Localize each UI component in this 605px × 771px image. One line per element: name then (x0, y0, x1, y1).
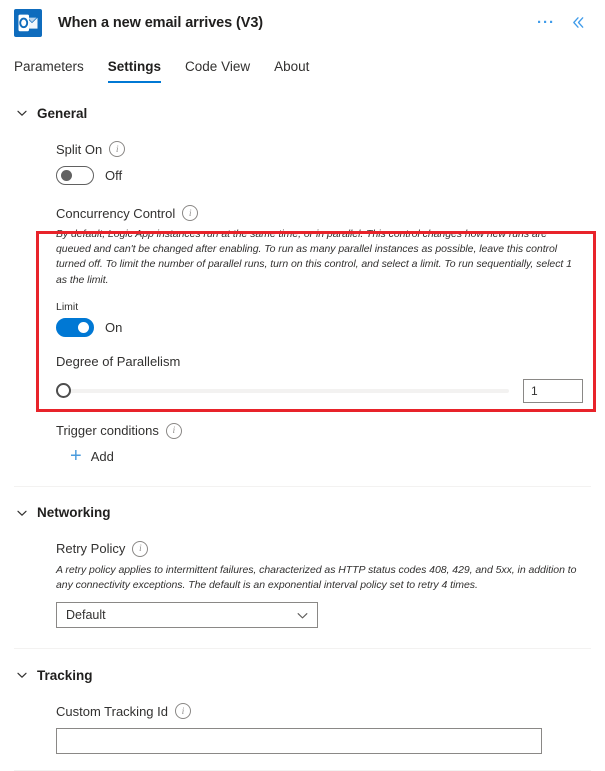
tab-code-view[interactable]: Code View (185, 59, 250, 83)
chevron-down-icon (14, 105, 30, 121)
split-on-toggle[interactable] (56, 166, 94, 185)
split-on-label: Split On (56, 141, 103, 157)
parallelism-value-input[interactable]: 1 (523, 378, 583, 403)
custom-tracking-id-label-row: Custom Tracking Id i (56, 703, 583, 720)
field-trigger-conditions: Trigger conditions i + Add (14, 422, 591, 468)
section-title-general: General (37, 105, 88, 121)
section-header-general[interactable]: General (14, 105, 591, 121)
chevron-down-icon (14, 505, 30, 521)
ellipsis-icon: ··· (537, 13, 555, 31)
chevron-down-icon (296, 609, 309, 622)
chevron-down-icon (14, 667, 30, 683)
tab-bar: Parameters Settings Code View About (0, 55, 605, 83)
split-on-label-row: Split On i (56, 141, 583, 157)
info-icon[interactable]: i (182, 205, 199, 221)
concurrency-label-row: Concurrency Control i (56, 205, 583, 221)
degree-of-parallelism-label: Degree of Parallelism (56, 353, 181, 369)
tab-settings[interactable]: Settings (107, 59, 162, 83)
collapse-panel-button[interactable] (567, 12, 589, 34)
section-title-networking: Networking (37, 505, 111, 521)
trigger-conditions-label-row: Trigger conditions i (56, 422, 583, 439)
slider-track (66, 388, 509, 393)
section-title-tracking: Tracking (37, 667, 93, 683)
toggle-knob (61, 170, 72, 181)
trigger-conditions-label: Trigger conditions (56, 423, 159, 439)
add-trigger-condition-button[interactable]: + Add (70, 445, 114, 468)
concurrency-control-label: Concurrency Control (56, 205, 176, 221)
add-label: Add (90, 448, 114, 464)
split-on-state-text: Off (105, 168, 123, 183)
retry-policy-label-row: Retry Policy i (56, 540, 583, 557)
info-icon[interactable]: i (175, 703, 191, 720)
info-icon[interactable]: i (109, 141, 126, 157)
settings-content: General Split On i Off Concurrency Contr… (0, 105, 605, 771)
limit-state-text: On (105, 319, 123, 335)
degree-of-parallelism-control: Degree of Parallelism 1 (56, 354, 583, 403)
field-concurrency-control: Concurrency Control i By default, Logic … (14, 205, 591, 403)
double-chevron-left-icon (572, 17, 583, 28)
section-header-networking[interactable]: Networking (14, 505, 591, 521)
limit-toggle-row: On (56, 317, 583, 337)
slider-thumb[interactable] (56, 383, 71, 399)
tab-parameters[interactable]: Parameters (14, 59, 84, 83)
retry-policy-dropdown[interactable]: Default (56, 602, 318, 629)
custom-tracking-id-input[interactable] (56, 728, 542, 755)
concurrency-description: By default, Logic App instances run at t… (56, 228, 572, 286)
parallelism-slider-row: 1 (56, 378, 583, 403)
section-divider (14, 648, 591, 650)
info-icon[interactable]: i (132, 540, 149, 557)
limit-control: Limit On (56, 301, 583, 337)
info-icon[interactable]: i (165, 422, 182, 439)
tab-about[interactable]: About (274, 59, 309, 83)
toggle-knob (78, 321, 89, 333)
field-retry-policy: Retry Policy i A retry policy applies to… (14, 540, 591, 629)
outlook-icon (14, 8, 42, 37)
custom-tracking-id-label: Custom Tracking Id (56, 703, 168, 719)
limit-label: Limit (56, 300, 79, 313)
retry-policy-description: A retry policy applies to intermittent f… (56, 563, 577, 592)
retry-policy-selected-value: Default (66, 608, 106, 623)
split-on-toggle-row: Off (56, 166, 583, 185)
field-custom-tracking-id: Custom Tracking Id i (14, 703, 591, 755)
section-divider (14, 485, 591, 487)
plus-icon: + (70, 445, 82, 468)
field-split-on: Split On i Off (14, 141, 591, 185)
panel-title: When a new email arrives (V3) (58, 14, 264, 31)
panel-header: When a new email arrives (V3) ··· (0, 0, 605, 37)
more-options-button[interactable]: ··· (535, 12, 557, 34)
limit-toggle[interactable] (56, 317, 94, 337)
retry-policy-label: Retry Policy (56, 541, 126, 557)
section-header-tracking[interactable]: Tracking (14, 667, 591, 683)
parallelism-slider[interactable] (56, 381, 509, 401)
